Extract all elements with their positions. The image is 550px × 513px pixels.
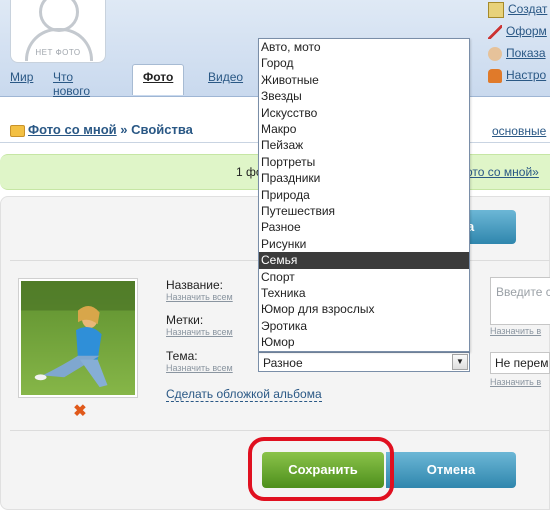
breadcrumb: Фото со мной » Свойства	[10, 122, 193, 137]
show-icon	[488, 46, 502, 61]
breadcrumb-separator: »	[116, 122, 132, 137]
tab-photo[interactable]: Фото	[132, 64, 185, 95]
description-assign-link[interactable]: Назначить в	[490, 326, 541, 336]
save-highlight-ring	[248, 437, 394, 501]
delete-photo-icon[interactable]: ✖	[73, 404, 87, 420]
right-link-show[interactable]: Показа	[488, 44, 546, 64]
description-textarea[interactable]: Введите с	[490, 277, 550, 325]
breadcrumb-album-link[interactable]: Фото со мной	[28, 122, 117, 137]
dropdown-option-highlighted[interactable]: Семья	[259, 252, 469, 269]
tab-video[interactable]: Видео	[208, 70, 243, 84]
right-select-assign-link[interactable]: Назначить в	[490, 377, 541, 387]
theme-label: Тема:	[166, 349, 198, 363]
tab-world[interactable]: Мир	[10, 70, 33, 84]
theme-select-value: Разное	[263, 356, 303, 370]
create-icon	[488, 1, 504, 18]
right-link-create[interactable]: Создат	[488, 0, 547, 20]
basic-settings-link[interactable]: основные	[492, 124, 546, 138]
tags-label: Метки:	[166, 313, 204, 327]
dropdown-option[interactable]: Портреты	[259, 154, 469, 170]
dropdown-option[interactable]: Пейзаж	[259, 137, 469, 153]
dropdown-option[interactable]: Макро	[259, 121, 469, 137]
dropdown-option[interactable]: Разное	[259, 219, 469, 235]
photo-image	[21, 281, 135, 395]
right-select-value: Не перем	[495, 356, 549, 370]
dropdown-option[interactable]: Рисунки	[259, 236, 469, 252]
dropdown-option[interactable]: Техника	[259, 285, 469, 301]
dropdown-option[interactable]: Звезды	[259, 88, 469, 104]
theme-assign-all-link[interactable]: Назначить всем	[166, 363, 233, 373]
dropdown-option[interactable]: Природа	[259, 187, 469, 203]
breadcrumb-current: Свойства	[131, 122, 193, 137]
cancel-button[interactable]: Отмена	[386, 452, 516, 488]
dropdown-option[interactable]: Искусство	[259, 105, 469, 121]
dropdown-option[interactable]: Путешествия	[259, 203, 469, 219]
brush-icon	[488, 24, 502, 39]
right-link-design[interactable]: Оформ	[488, 22, 547, 42]
name-label: Название:	[166, 278, 223, 292]
divider-bottom	[10, 430, 550, 431]
name-assign-all-link[interactable]: Назначить всем	[166, 292, 233, 302]
dropdown-option[interactable]: Животные	[259, 72, 469, 88]
chevron-down-icon[interactable]: ▼	[452, 354, 468, 370]
theme-dropdown-list: Авто, мото Город Животные Звезды Искусст…	[258, 38, 470, 352]
dropdown-option[interactable]: Эротика	[259, 318, 469, 334]
photo-thumbnail[interactable]	[18, 278, 138, 398]
dropdown-option[interactable]: Юмор для взрослых	[259, 301, 469, 317]
right-link-settings[interactable]: Настро	[488, 66, 546, 86]
avatar-no-photo-label: НЕТ ФОТО	[35, 48, 81, 57]
dropdown-option[interactable]: Город	[259, 55, 469, 71]
dropdown-option[interactable]: Авто, мото	[259, 39, 469, 55]
avatar[interactable]: НЕТ ФОТО	[10, 0, 106, 63]
tags-assign-all-link[interactable]: Назначить всем	[166, 327, 233, 337]
notice-album-link[interactable]: ото со мной»	[466, 165, 539, 179]
right-select[interactable]: Не перем	[490, 352, 550, 374]
theme-select[interactable]: Разное ▼	[258, 352, 470, 372]
dropdown-option[interactable]: Спорт	[259, 269, 469, 285]
dropdown-option[interactable]: Юмор	[259, 334, 469, 350]
folder-icon	[10, 124, 25, 137]
settings-user-icon	[488, 68, 502, 83]
description-placeholder: Введите с	[496, 285, 550, 299]
tab-whats-new[interactable]: Что нового	[53, 70, 90, 98]
dropdown-option[interactable]: Праздники	[259, 170, 469, 186]
make-album-cover-link[interactable]: Сделать обложкой альбома	[166, 387, 322, 402]
